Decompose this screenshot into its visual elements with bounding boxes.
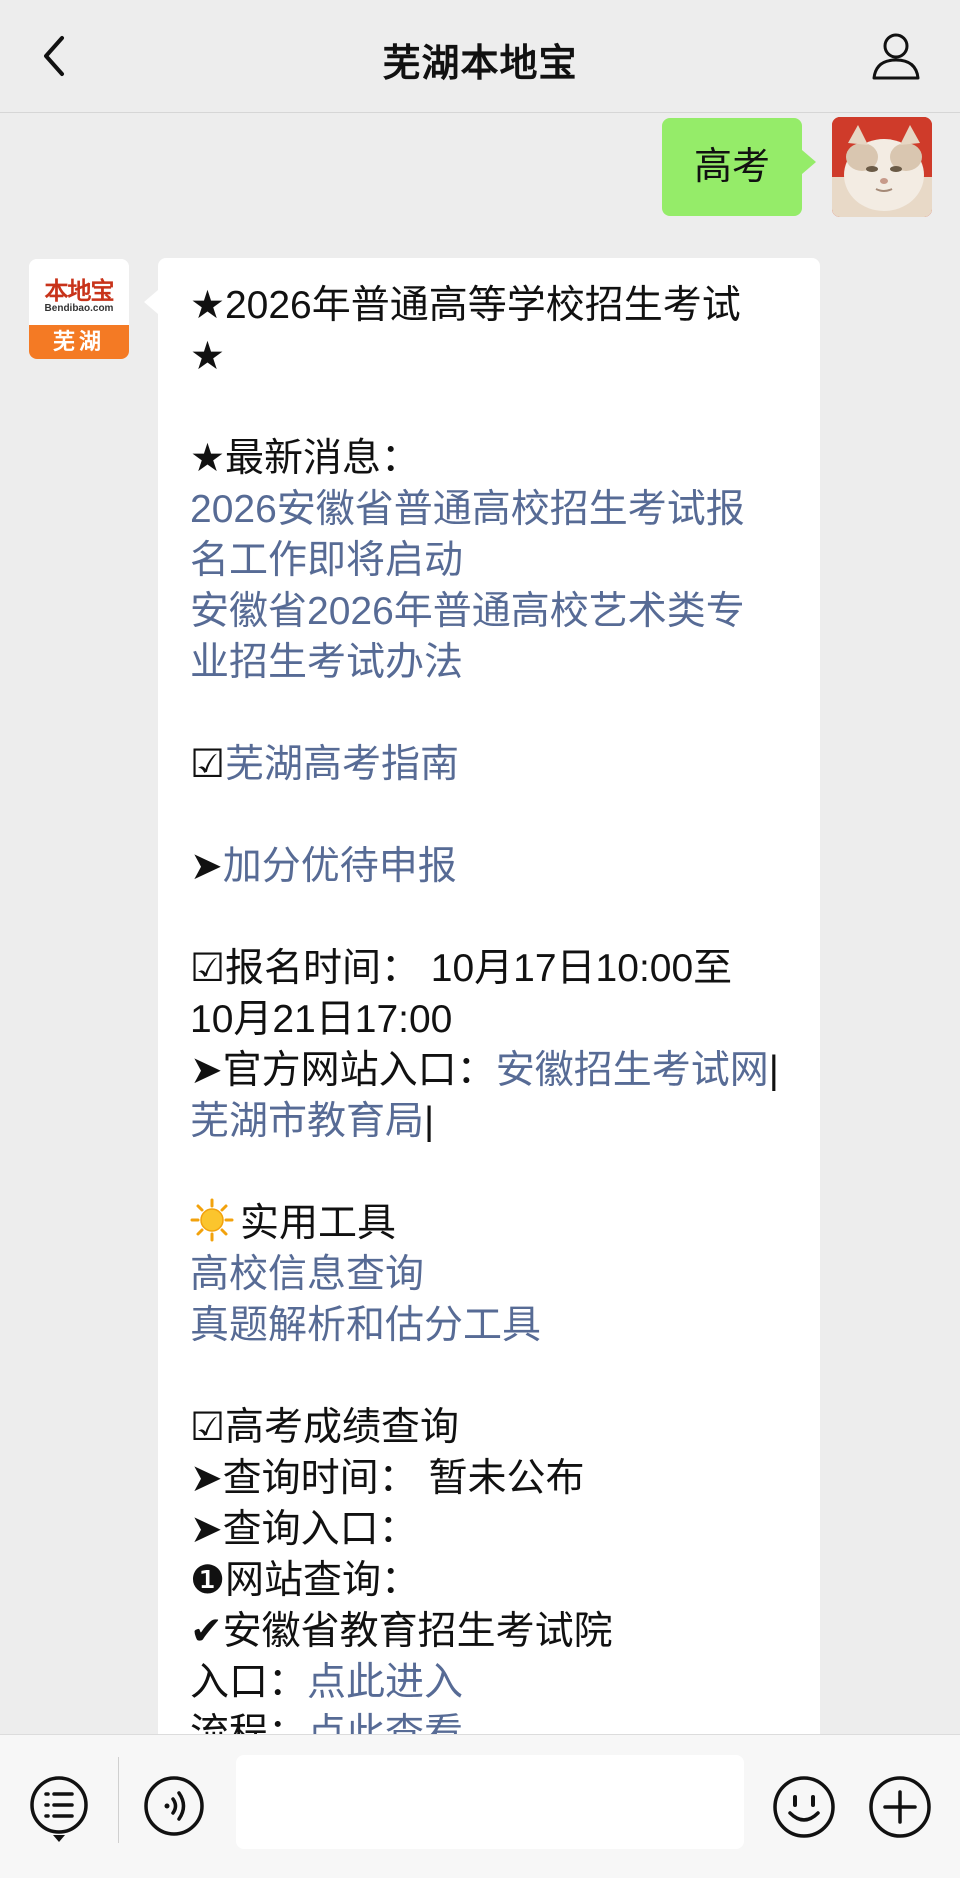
separator: |: [768, 1049, 779, 1092]
input-toolbar: [0, 1734, 960, 1878]
college-info-link[interactable]: 高校信息查询: [190, 1249, 802, 1300]
official-site-label: ➤官方网站入口：: [190, 1049, 496, 1092]
education-bureau-line: 芜湖市教育局|: [190, 1096, 802, 1147]
query-time: ➤查询时间： 暂未公布: [190, 1457, 585, 1500]
arrow-icon: ➤: [190, 845, 223, 888]
wuhu-gaokao-guide-link[interactable]: 芜湖高考指南: [225, 743, 459, 786]
tools-heading: 实用工具: [190, 1198, 802, 1249]
avatar-brand-text: 本地宝: [44, 276, 115, 305]
user-message-bubble[interactable]: 高考: [662, 118, 816, 216]
menu-list-icon: [30, 1776, 88, 1842]
news-link-art-exam-1[interactable]: 安徽省2026年普通高校艺术类专: [190, 586, 802, 637]
exam-institute-label: ✔安徽省教育招生考试院: [190, 1610, 613, 1653]
latest-news-heading: ★最新消息：: [190, 437, 420, 480]
chat-header: 芜湖本地宝: [0, 0, 960, 113]
exam-analysis-tool-link[interactable]: 真题解析和估分工具: [190, 1300, 802, 1351]
bonus-line: ➤加分优待申报: [190, 841, 802, 892]
official-site-line: ➤官方网站入口：安徽招生考试网|: [190, 1045, 802, 1096]
score-query-heading: ☑高考成绩查询: [190, 1406, 459, 1449]
avatar-city-text: 芜湖: [29, 325, 129, 359]
news-link-registration-2[interactable]: 名工作即将启动: [190, 535, 802, 586]
query-entry-label: ➤查询入口：: [190, 1508, 418, 1551]
headline-line-1: ★2026年普通高等学校招生考试: [190, 284, 741, 327]
emoji-button[interactable]: [772, 1775, 836, 1839]
registration-time: ☑报名时间： 10月17日10:00至: [190, 947, 733, 990]
bot-message-text: ★2026年普通高等学校招生考试 ★ ★最新消息： 2026安徽省普通高校招生考…: [190, 280, 802, 1759]
chat-title: 芜湖本地宝: [382, 43, 578, 85]
website-query-label: ❶网站查询：: [190, 1559, 420, 1602]
entry-label: 入口：: [190, 1661, 308, 1704]
user-message-text: 高考: [693, 146, 770, 188]
wuhu-education-bureau-link[interactable]: 芜湖市教育局: [190, 1100, 424, 1143]
message-input[interactable]: [236, 1755, 744, 1849]
separator: |: [424, 1100, 435, 1143]
sun-emoji-icon: [190, 1198, 234, 1242]
news-link-art-exam-2[interactable]: 业招生考试办法: [190, 637, 802, 688]
user-avatar[interactable]: [832, 117, 932, 217]
registration-time-end: 10月21日17:00: [190, 998, 453, 1041]
plus-button[interactable]: [868, 1775, 932, 1839]
profile-button[interactable]: [870, 30, 922, 82]
bot-message-bubble: ★2026年普通高等学校招生考试 ★ ★最新消息： 2026安徽省普通高校招生考…: [144, 258, 820, 1759]
cat-avatar-image: [832, 117, 932, 217]
headline-line-2: ★: [190, 335, 225, 378]
enter-here-link[interactable]: 点此进入: [307, 1661, 463, 1704]
voice-button[interactable]: [143, 1775, 205, 1837]
person-icon: [872, 33, 920, 80]
tools-heading-text: 实用工具: [240, 1202, 397, 1245]
news-link-registration-1[interactable]: 2026安徽省普通高校招生考试报: [190, 484, 802, 535]
anhui-exam-site-link[interactable]: 安徽招生考试网: [496, 1049, 769, 1092]
plus-icon: [869, 1776, 931, 1838]
avatar-url-text: Bendibao.com: [44, 303, 114, 314]
checkbox-icon: ☑: [190, 743, 225, 786]
guide-line: ☑芜湖高考指南: [190, 739, 802, 790]
official-account-avatar[interactable]: 本地宝 Bendibao.com 芜湖: [29, 259, 129, 359]
menu-button[interactable]: [28, 1775, 90, 1843]
voice-icon: [144, 1776, 204, 1836]
bonus-application-link[interactable]: 加分优待申报: [223, 845, 457, 888]
emoji-icon: [773, 1776, 835, 1838]
entry-line: 入口：点此进入: [190, 1657, 802, 1708]
